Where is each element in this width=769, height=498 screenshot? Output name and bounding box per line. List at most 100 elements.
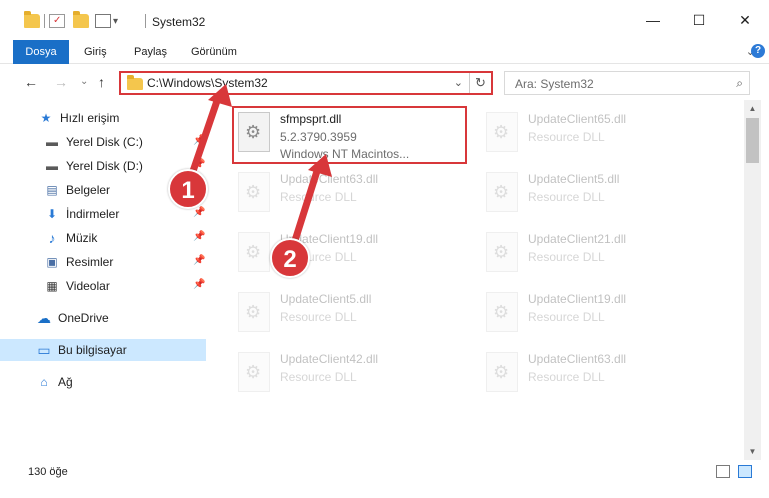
dll-file-icon xyxy=(486,292,518,332)
dll-file-icon xyxy=(238,172,270,212)
sidebar-item-label: Yerel Disk (C:) xyxy=(66,135,143,149)
pin-icon[interactable]: 📌 xyxy=(193,231,205,242)
dll-file-icon xyxy=(486,112,518,152)
qa-dropdown-icon[interactable]: ▾ xyxy=(113,16,118,27)
address-path[interactable]: C:\Windows\System32 xyxy=(147,76,268,90)
list-item[interactable]: UpdateClient42.dll Resource DLL xyxy=(232,346,462,402)
help-icon[interactable]: ? xyxy=(751,44,765,58)
sidebar-item-pictures[interactable]: ▣ Resimler 📌 xyxy=(0,251,206,273)
sidebar-item-label: Ağ xyxy=(58,375,73,389)
sidebar-item-videos[interactable]: ▦ Videolar 📌 xyxy=(0,275,206,297)
search-box[interactable]: Ara: System32 ⌕ xyxy=(504,71,750,95)
status-bar: 130 öğe xyxy=(0,460,769,498)
sidebar-item-label: Müzik xyxy=(66,231,98,245)
list-item[interactable]: UpdateClient5.dll Resource DLL xyxy=(480,166,710,222)
tab-view[interactable]: Görünüm xyxy=(191,40,237,64)
file-type: Resource DLL xyxy=(280,310,357,324)
search-input[interactable]: Ara: System32 xyxy=(515,77,594,91)
tab-home[interactable]: Giriş xyxy=(84,40,107,64)
pin-icon[interactable]: 📌 xyxy=(193,279,205,290)
address-bar[interactable]: C:\Windows\System32 ⌄ ↻ xyxy=(119,71,493,95)
sidebar-item-label: İndirmeler xyxy=(66,207,120,221)
list-item[interactable]: UpdateClient21.dll Resource DLL xyxy=(480,226,710,282)
properties-icon[interactable]: ✓ xyxy=(49,14,65,28)
sidebar-item-onedrive[interactable]: ☁ OneDrive xyxy=(0,307,206,329)
file-name: UpdateClient42.dll xyxy=(280,352,379,366)
title-bar: ✓ ▾ System32 — ☐ ✕ xyxy=(0,0,769,40)
tab-share[interactable]: Paylaş xyxy=(134,40,167,64)
pin-icon[interactable]: 📌 xyxy=(193,135,205,146)
file-description: Windows NT Macintos... xyxy=(280,147,410,161)
file-name: UpdateClient63.dll xyxy=(528,352,627,366)
sidebar-item-label: Videolar xyxy=(66,279,110,293)
dll-file-icon xyxy=(238,232,270,272)
file-version: 5.2.3790.3959 xyxy=(280,130,357,144)
forward-button[interactable]: → xyxy=(54,74,68,90)
up-button[interactable]: ↑ xyxy=(98,74,105,90)
window-title: System32 xyxy=(152,15,206,29)
sidebar-item-label: OneDrive xyxy=(58,311,109,325)
sidebar-item-local-disk-c[interactable]: ▬ Yerel Disk (C:) 📌 xyxy=(0,131,206,153)
address-dropdown-icon[interactable]: ⌄ xyxy=(454,76,463,89)
drive-icon: ▬ xyxy=(46,159,58,173)
vertical-scrollbar[interactable]: ▲ ▼ xyxy=(744,100,761,460)
navigation-bar: ← → ⌄ ↑ C:\Windows\System32 ⌄ ↻ Ara: Sys… xyxy=(0,65,769,99)
list-item[interactable]: UpdateClient63.dll Resource DLL xyxy=(480,346,710,402)
list-item[interactable]: sfmpsprt.dll 5.2.3790.3959 Windows NT Ma… xyxy=(232,106,462,162)
step-badge-1: 1 xyxy=(168,169,208,209)
back-button[interactable]: ← xyxy=(24,74,38,90)
pin-icon[interactable]: 📌 xyxy=(193,255,205,266)
search-icon[interactable]: ⌕ xyxy=(736,76,743,91)
sidebar-item-music[interactable]: ♪ Müzik 📌 xyxy=(0,227,206,249)
maximize-button[interactable]: ☐ xyxy=(676,0,722,40)
quick-access-toolbar: ✓ ▾ xyxy=(24,11,118,30)
close-button[interactable]: ✕ xyxy=(722,0,768,40)
dll-file-icon xyxy=(238,292,270,332)
customize-icon[interactable] xyxy=(95,14,111,28)
star-icon: ★ xyxy=(40,111,52,125)
folder-icon xyxy=(127,75,143,90)
sidebar-item-label: Belgeler xyxy=(66,183,111,197)
large-icons-view-icon[interactable] xyxy=(738,465,752,478)
file-list: sfmpsprt.dll 5.2.3790.3959 Windows NT Ma… xyxy=(210,100,744,460)
file-type: Resource DLL xyxy=(528,370,605,384)
step-badge-2: 2 xyxy=(270,238,310,278)
file-name: UpdateClient5.dll xyxy=(280,292,372,306)
scroll-thumb[interactable] xyxy=(746,118,759,163)
music-icon: ♪ xyxy=(48,230,56,246)
sidebar-item-label: Bu bilgisayar xyxy=(58,343,127,357)
list-item[interactable]: UpdateClient19.dll Resource DLL xyxy=(480,286,710,342)
file-name: sfmpsprt.dll xyxy=(280,112,342,126)
file-name: UpdateClient65.dll xyxy=(528,112,627,126)
new-folder-icon[interactable] xyxy=(73,11,89,28)
recent-locations-button[interactable]: ⌄ xyxy=(80,76,88,87)
tab-file[interactable]: Dosya xyxy=(13,40,69,64)
ribbon-tabs: Dosya Giriş Paylaş Görünüm ⌄ ? xyxy=(0,40,769,64)
file-type: Resource DLL xyxy=(528,190,605,204)
minimize-button[interactable]: — xyxy=(630,0,676,40)
dll-file-icon xyxy=(238,352,270,392)
list-item[interactable]: UpdateClient63.dll Resource DLL xyxy=(232,166,462,222)
sidebar-item-downloads[interactable]: ⬇ İndirmeler 📌 xyxy=(0,203,206,225)
scroll-down-icon[interactable]: ▼ xyxy=(744,443,761,460)
dll-file-icon xyxy=(486,352,518,392)
scroll-up-icon[interactable]: ▲ xyxy=(744,100,761,117)
navigation-pane: ★ Hızlı erişim ▬ Yerel Disk (C:) 📌 ▬ Yer… xyxy=(0,100,210,460)
sidebar-item-quick-access[interactable]: ★ Hızlı erişim xyxy=(0,107,206,129)
refresh-button[interactable]: ↻ xyxy=(469,73,491,93)
sidebar-item-network[interactable]: ⌂ Ağ xyxy=(0,371,206,393)
list-item[interactable]: UpdateClient65.dll Resource DLL xyxy=(480,106,710,162)
details-view-icon[interactable] xyxy=(716,465,730,478)
list-item[interactable]: UpdateClient5.dll Resource DLL xyxy=(232,286,462,342)
list-item[interactable]: UpdateClient19.dll Resource DLL xyxy=(232,226,462,282)
sidebar-item-this-pc[interactable]: ▭ Bu bilgisayar xyxy=(0,339,206,361)
file-name: UpdateClient21.dll xyxy=(528,232,627,246)
video-icon: ▦ xyxy=(46,279,58,293)
pin-icon[interactable]: 📌 xyxy=(193,159,205,170)
divider xyxy=(44,14,45,28)
file-name: UpdateClient5.dll xyxy=(528,172,620,186)
sidebar-item-label: Yerel Disk (D:) xyxy=(66,159,143,173)
network-icon: ⌂ xyxy=(40,375,48,389)
pin-icon[interactable]: 📌 xyxy=(193,207,205,218)
computer-icon: ▭ xyxy=(37,341,51,358)
